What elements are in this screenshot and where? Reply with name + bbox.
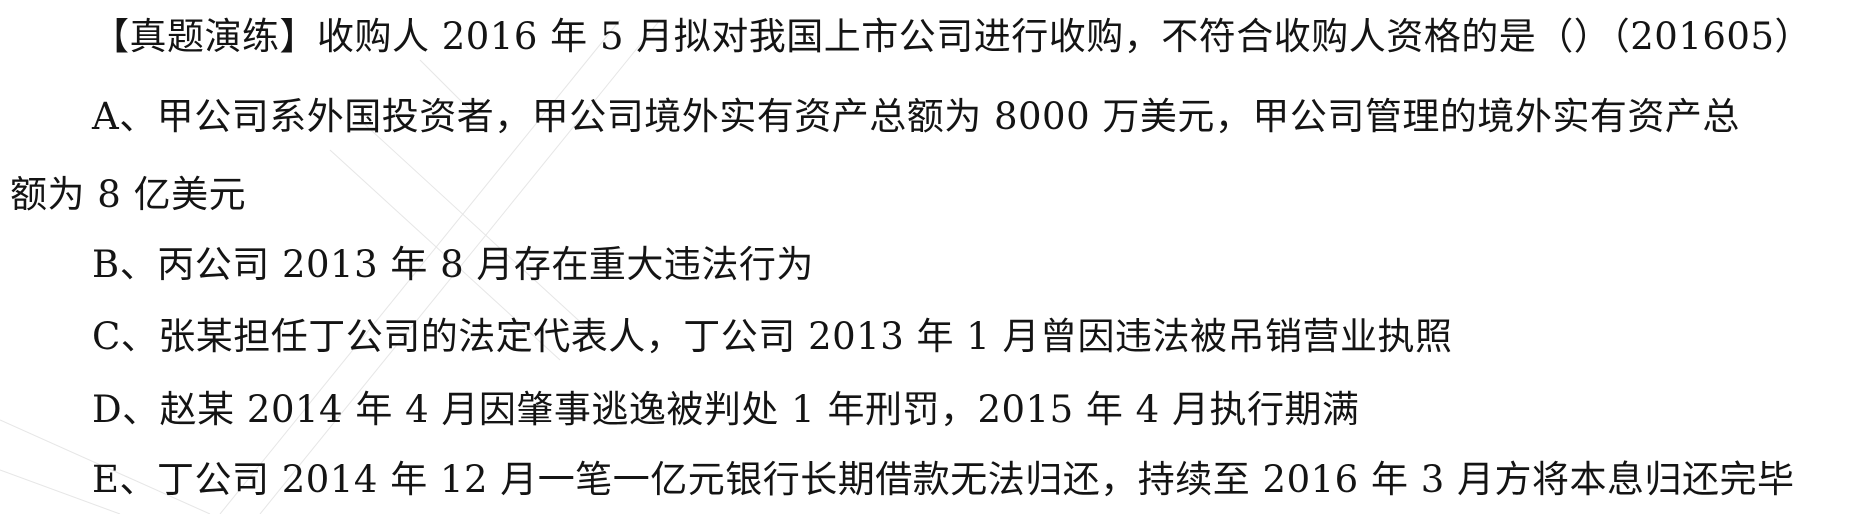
- option-d: D、赵某 2014 年 4 月因肇事逃逸被判处 1 年刑罚，2015 年 4 月…: [92, 388, 1360, 431]
- option-b: B、丙公司 2013 年 8 月存在重大违法行为: [92, 243, 814, 286]
- question-stem: 【真题演练】收购人 2016 年 5 月拟对我国上市公司进行收购，不符合收购人资…: [92, 15, 1812, 58]
- question-document: 【真题演练】收购人 2016 年 5 月拟对我国上市公司进行收购，不符合收购人资…: [0, 0, 1865, 514]
- option-e: E、丁公司 2014 年 12 月一笔一亿元银行长期借款无法归还，持续至 201…: [92, 458, 1795, 501]
- option-a-line-1: A、甲公司系外国投资者，甲公司境外实有资产总额为 8000 万美元，甲公司管理的…: [92, 95, 1740, 138]
- option-a-line-2: 额为 8 亿美元: [10, 173, 247, 216]
- option-c: C、张某担任丁公司的法定代表人，丁公司 2013 年 1 月曾因违法被吊销营业执…: [92, 315, 1453, 358]
